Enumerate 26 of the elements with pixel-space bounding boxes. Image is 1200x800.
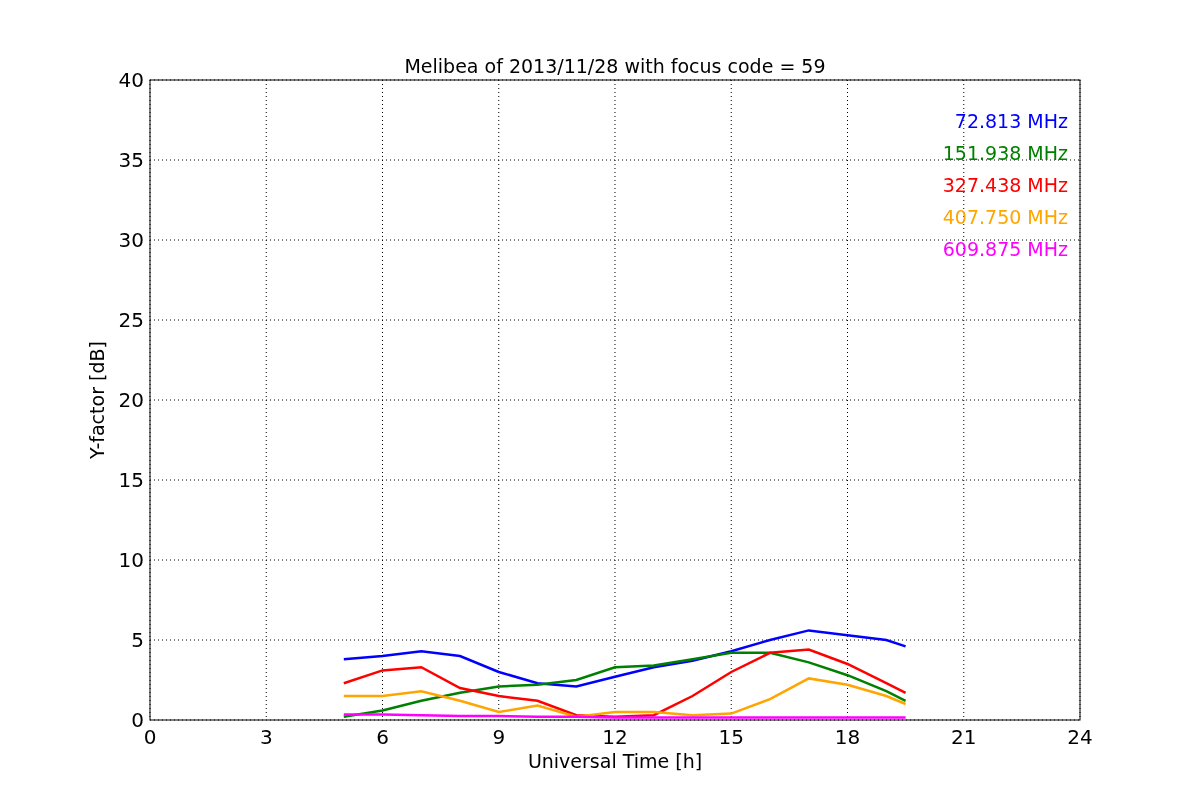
x-tick-label: 3	[259, 725, 273, 749]
x-tick-label: 0	[143, 725, 157, 749]
y-tick-label: 10	[118, 548, 144, 572]
legend-label: 327.438 MHz	[942, 174, 1068, 196]
y-tick-label: 25	[118, 308, 144, 332]
legend-label: 609.875 MHz	[942, 238, 1068, 260]
x-tick-label: 12	[602, 725, 628, 749]
y-axis-label: Y-factor [dB]	[86, 341, 108, 459]
x-tick-label: 18	[834, 725, 861, 749]
y-tick-label: 30	[118, 228, 144, 252]
chart-title: Melibea of 2013/11/28 with focus code = 59	[404, 55, 826, 77]
y-tick-label: 5	[131, 628, 144, 652]
x-tick-label: 21	[951, 725, 977, 749]
x-tick-label: 15	[718, 725, 744, 749]
x-tick-label: 6	[376, 725, 389, 749]
y-tick-label: 40	[118, 68, 144, 92]
y-tick-label: 15	[118, 468, 144, 492]
y-tick-label: 35	[118, 148, 144, 172]
y-tick-label: 20	[118, 388, 144, 412]
y-tick-label: 0	[131, 708, 144, 732]
x-tick-label: 9	[492, 725, 506, 749]
legend-label: 407.750 MHz	[942, 206, 1068, 228]
x-axis-label: Universal Time [h]	[527, 750, 703, 772]
legend-label: 151.938 MHz	[942, 142, 1068, 164]
x-tick-label: 24	[1067, 725, 1093, 749]
legend-label: 72.813 MHz	[954, 110, 1068, 132]
